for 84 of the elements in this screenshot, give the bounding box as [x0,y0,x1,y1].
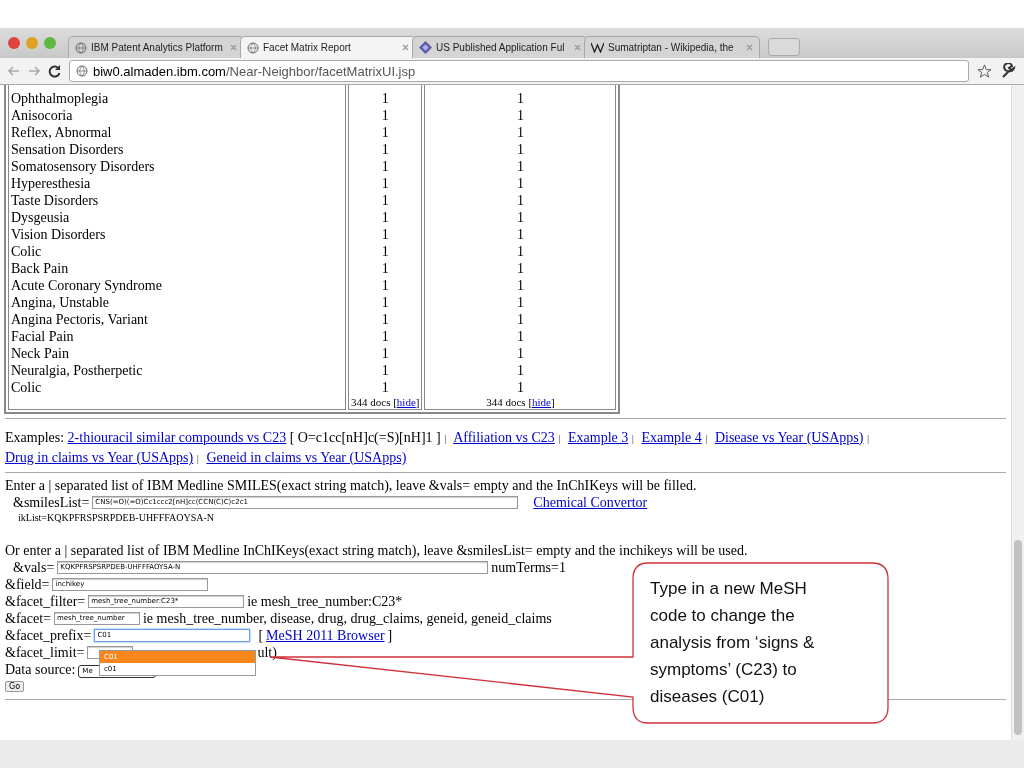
count-cell: 1 [381,108,389,123]
count-cell: 1 [516,142,524,157]
separator: | [444,432,447,444]
example-text: [ O=c1cc[nH]c(=S)[nH]1 ] [289,430,441,445]
bracket: ] [551,396,555,408]
term-cell: Colic [11,244,42,259]
field-label: &facet_limit= [5,644,85,661]
callout-text: Type in a new MeSH code to change the analysis from ‘signs & symptoms’ (C23) to diseases (C01) [650,578,816,708]
count-cell: 1 [516,295,524,310]
instruction-text: Or enter a | separated list of IBM Medline InChIKeys(exact string match), leave &smilesList= empty and the inchikeys will be used. [5,543,748,558]
term-cell: Reflex, Abnormal [11,125,112,140]
count-cell: 1 [516,91,524,106]
count-cell: 1 [381,329,389,344]
term-cell: Angina Pectoris, Variant [11,312,148,327]
count-cell: 1 [381,346,389,361]
docs-count: 344 docs [ [486,396,533,408]
count-cell: 1 [516,278,524,293]
count-cell: 1 [516,244,524,259]
separator: | [705,432,708,444]
count-cell: 1 [381,244,389,259]
separator: | [866,432,870,444]
separator: | [631,432,634,444]
num-terms-text: numTerms=1 [491,559,566,576]
term-cell: Hyperesthesia [11,176,91,191]
count-cell: 1 [516,108,524,123]
field-label: &facet_prefix= [5,627,92,644]
bracket: ] [415,396,420,408]
separator: | [196,452,199,464]
count-cell: 1 [381,142,389,157]
hint-text: ie mesh_tree_number:C23* [247,593,403,610]
count-cell: 1 [516,363,524,378]
term-cell: Sensation Disorders [11,142,124,157]
term-cell: Facial Pain [11,329,74,344]
count-cell: 1 [516,312,524,327]
count-cell: 1 [516,125,524,140]
count-cell: 1 [381,91,389,106]
count-cell: 1 [516,176,524,191]
count-cell: 1 [516,329,524,344]
term-cell: Neck Pain [11,346,69,361]
term-cell: Taste Disorders [11,193,99,208]
count-cell: 1 [381,380,389,395]
term-cell: Acute Coronary Syndrome [11,278,162,293]
count-cell: 1 [381,159,389,174]
count-cell: 1 [381,125,389,140]
bracket: ] [387,627,393,644]
term-cell: Ophthalmoplegia [11,91,109,106]
field-label: &facet_filter= [5,593,86,610]
count-cell: 1 [381,278,389,293]
term-cell: Angina, Unstable [11,295,109,310]
separator: | [558,432,561,444]
term-cell: Dysgeusia [11,210,70,225]
count-cell: 1 [381,210,389,225]
iklist-text: ikList=KQKPFRSPSRPDEB-UHFFFAOYSA-N [18,512,215,523]
term-cell: Colic [11,380,42,395]
count-cell: 1 [516,261,524,276]
bracket: [ [258,627,264,644]
instruction-text: Enter a | separated list of IBM Medline SMILES(exact string match), leave &vals= empty and the InChIKeys will be filled. [5,478,697,493]
hint-text: ie mesh_tree_number, disease, drug, drug_claims, geneid, geneid_claims [143,610,552,627]
count-cell: 1 [516,227,524,242]
field-label: &field= [5,576,50,593]
count-cell: 1 [381,176,389,191]
count-cell: 1 [381,227,389,242]
count-cell: 1 [516,193,524,208]
count-cell: 1 [381,363,389,378]
count-cell: 1 [516,210,524,225]
count-cell: 1 [516,346,524,361]
field-label: &smilesList= [13,494,90,511]
term-cell: Anisocoria [11,108,73,123]
count-cell: 1 [516,159,524,174]
field-label: &facet= [5,610,51,627]
example-text: Examples: [5,430,65,445]
field-label: &vals= [13,559,55,576]
count-cell: 1 [516,380,524,395]
term-cell: Vision Disorders [11,227,106,242]
field-label: Data source: [5,661,76,678]
count-cell: 1 [381,312,389,327]
count-cell: 1 [381,193,389,208]
docs-count: 344 docs [ [351,396,397,408]
term-cell: Back Pain [11,261,69,276]
count-cell: 1 [381,295,389,310]
term-cell: Neuralgia, Postherpetic [11,363,143,378]
hint-text: ult) [257,644,277,661]
term-cell: Somatosensory Disorders [11,159,155,174]
count-cell: 1 [381,261,389,276]
